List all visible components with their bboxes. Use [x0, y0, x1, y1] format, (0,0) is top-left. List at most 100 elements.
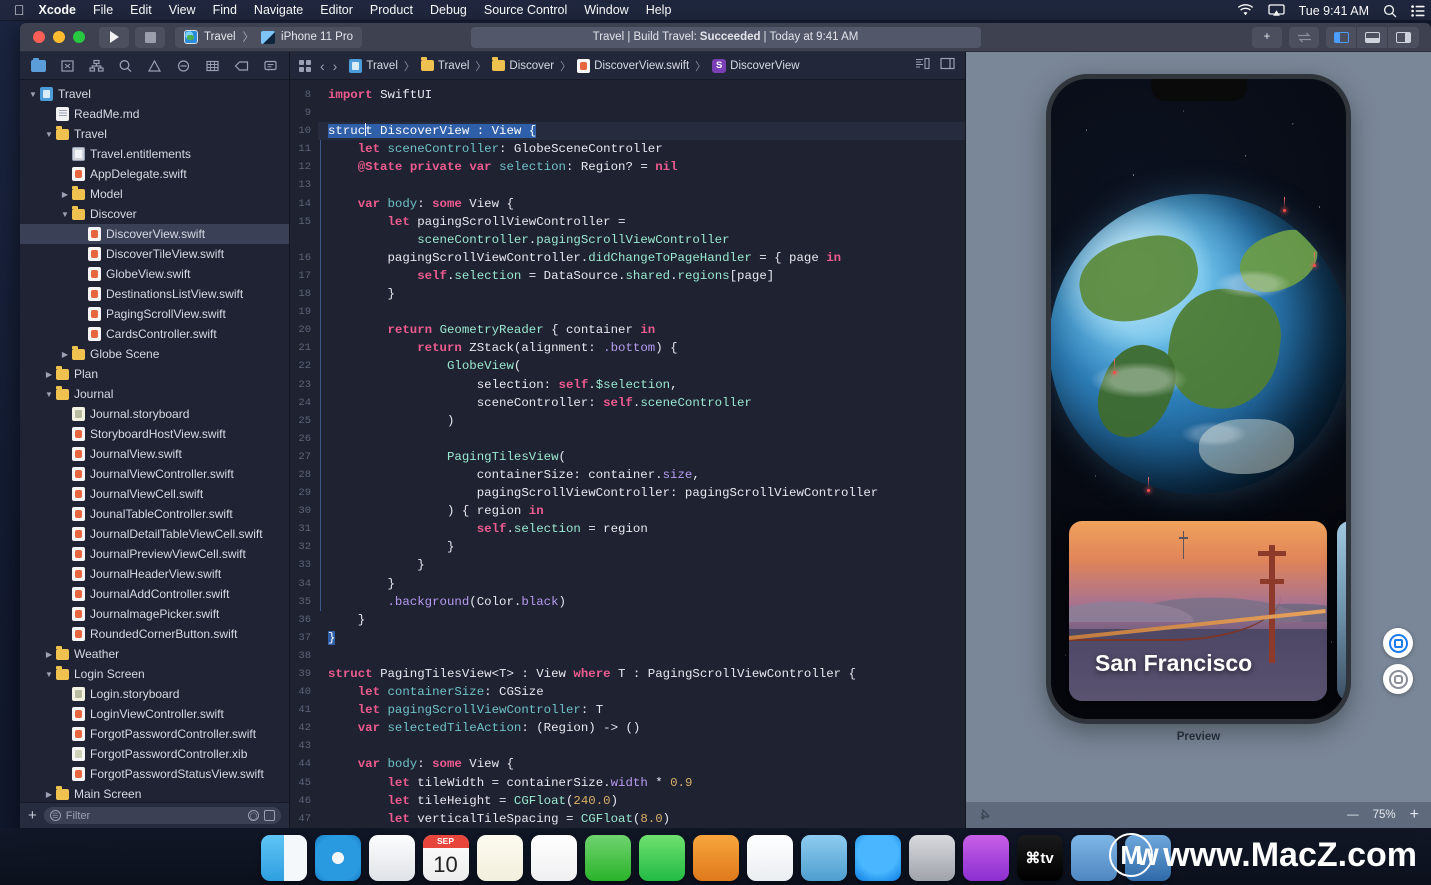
pin-icon[interactable]	[978, 807, 992, 824]
tree-row[interactable]: JournalHeaderView.swift	[20, 564, 289, 584]
project-file-tree[interactable]: ▼ Travel ReadMe.md ▼ Travel Travel.entitlemen…	[20, 80, 289, 802]
code-line[interactable]: }	[328, 285, 965, 303]
code-line[interactable]: sceneController: self.sceneController	[328, 394, 965, 412]
tree-row[interactable]: Journal.storyboard	[20, 404, 289, 424]
add-editor-button[interactable]: +	[1252, 26, 1282, 48]
code-line[interactable]: let pagingScrollViewController: T	[328, 701, 965, 719]
add-file-button[interactable]: +	[28, 808, 37, 823]
region-pin[interactable]	[1113, 359, 1116, 374]
code-line[interactable]: struct DiscoverView : View {	[318, 122, 965, 141]
dock-item-numbers[interactable]	[746, 835, 793, 881]
tree-row[interactable]: ▶ Weather	[20, 644, 289, 664]
stop-button[interactable]	[135, 26, 165, 48]
code-line[interactable]: var body: some View {	[328, 195, 965, 213]
search-icon[interactable]	[1383, 4, 1397, 18]
code-line[interactable]: }	[328, 538, 965, 556]
chevron-right-icon[interactable]: ▶	[44, 370, 54, 379]
dock-item-app-store[interactable]	[854, 835, 901, 881]
navigate-forward-button[interactable]: ›	[333, 58, 338, 74]
code-line[interactable]: ) { region in	[328, 502, 965, 520]
tree-row[interactable]: ▶ Model	[20, 184, 289, 204]
tree-row[interactable]: JournalView.swift	[20, 444, 289, 464]
device-preview[interactable]: San Francisco	[1046, 74, 1351, 724]
tree-row[interactable]: ▼ Journal	[20, 384, 289, 404]
dock-item-messages[interactable]	[584, 835, 631, 881]
chevron-down-icon[interactable]: ▼	[44, 130, 54, 139]
inspect-preview-button[interactable]	[1383, 664, 1413, 694]
code-line[interactable]: PagingTilesView(	[328, 448, 965, 466]
code-line[interactable]: let verticalTileSpacing = CGFloat(8.0)	[328, 810, 965, 828]
tree-row[interactable]: Login.storyboard	[20, 684, 289, 704]
breadcrumb-item[interactable]: S DiscoverView	[712, 58, 800, 73]
code-line[interactable]: }	[328, 629, 965, 647]
tree-row[interactable]: JournalDetailTableViewCell.swift	[20, 524, 289, 544]
code-line[interactable]: selection: self.$selection,	[328, 376, 965, 394]
symbol-navigator-tab[interactable]	[82, 55, 111, 77]
tree-row[interactable]: ▼ Login Screen	[20, 664, 289, 684]
control-center-icon[interactable]	[1411, 4, 1425, 17]
breadcrumb-item[interactable]: Discover	[492, 57, 554, 72]
dock-item-system-preferences[interactable]	[908, 835, 955, 881]
code-line[interactable]: return GeometryReader { container in	[328, 321, 965, 339]
code-line[interactable]: let sceneController: GlobeSceneControlle…	[328, 140, 965, 158]
chevron-right-icon[interactable]: ▶	[44, 650, 54, 659]
minimize-button[interactable]	[53, 31, 65, 43]
navigate-back-button[interactable]: ‹	[320, 58, 325, 74]
code-line[interactable]: .background(Color.black)	[328, 593, 965, 611]
menu-item-navigate[interactable]: Navigate	[254, 3, 303, 17]
globe-view[interactable]	[1051, 194, 1346, 494]
region-pin[interactable]	[1283, 197, 1286, 212]
code-line[interactable]	[328, 303, 965, 321]
tree-row[interactable]: ForgotPasswordController.swift	[20, 724, 289, 744]
tree-row[interactable]: JounalTableController.swift	[20, 504, 289, 524]
dock-item-podcasts[interactable]	[962, 835, 1009, 881]
code-line[interactable]: pagingScrollViewController.didChangeToPa…	[328, 249, 965, 267]
tree-row[interactable]: ▼ Travel	[20, 124, 289, 144]
tree-row[interactable]: ReadMe.md	[20, 104, 289, 124]
code-line[interactable]: var selectedTileAction: (Region) -> ()	[328, 719, 965, 737]
dock-item-keynote[interactable]	[800, 835, 847, 881]
menu-item-source-control[interactable]: Source Control	[484, 3, 567, 17]
code-line[interactable]: let pagingScrollViewController =	[328, 213, 965, 231]
breakpoint-navigator-tab[interactable]	[227, 55, 256, 77]
menu-bar-clock[interactable]: Tue 9:41 AM	[1299, 4, 1369, 18]
code-line[interactable]: let tileWidth = containerSize.width * 0.…	[328, 774, 965, 792]
dock-item-notes[interactable]	[476, 835, 523, 881]
maximize-button[interactable]	[73, 31, 85, 43]
code-text[interactable]: import SwiftUI struct DiscoverView : View…	[318, 80, 965, 828]
code-line[interactable]: var body: some View {	[328, 755, 965, 773]
chevron-down-icon[interactable]: ▼	[28, 90, 38, 99]
breadcrumb-item[interactable]: DiscoverView.swift	[577, 58, 689, 73]
split-editor-icon[interactable]	[940, 57, 955, 75]
tree-row[interactable]: JournalViewCell.swift	[20, 484, 289, 504]
tree-row[interactable]: ▶ Plan	[20, 364, 289, 384]
dock-item-reminders[interactable]	[530, 835, 577, 881]
code-line[interactable]: import SwiftUI	[328, 86, 965, 104]
menu-item-debug[interactable]: Debug	[430, 3, 467, 17]
paging-tiles-view[interactable]: San Francisco	[1051, 521, 1346, 701]
dock-item-facetime[interactable]	[638, 835, 685, 881]
dock-item-apple-tv[interactable]: ⌘tv	[1016, 835, 1063, 881]
code-line[interactable]	[328, 176, 965, 194]
tree-row[interactable]: JournalPreviewViewCell.swift	[20, 544, 289, 564]
menu-item-edit[interactable]: Edit	[130, 3, 152, 17]
chevron-right-icon[interactable]: ▶	[60, 190, 70, 199]
tree-row[interactable]: Travel.entitlements	[20, 144, 289, 164]
test-navigator-tab[interactable]	[169, 55, 198, 77]
code-line[interactable]: GlobeView(	[328, 357, 965, 375]
preview-canvas[interactable]: San Francisco Preview	[966, 52, 1431, 802]
swap-editors-button[interactable]	[1289, 26, 1319, 48]
toggle-navigator-button[interactable]	[1326, 26, 1357, 48]
wifi-icon[interactable]	[1237, 4, 1254, 17]
breadcrumb-item[interactable]: Travel	[420, 57, 469, 72]
debug-navigator-tab[interactable]	[198, 55, 227, 77]
tree-row[interactable]: PagingScrollView.swift	[20, 304, 289, 324]
menu-item-product[interactable]: Product	[370, 3, 413, 17]
code-line[interactable]: let containerSize: CGSize	[328, 683, 965, 701]
related-items-icon[interactable]	[298, 59, 312, 73]
menu-item-find[interactable]: Find	[213, 3, 237, 17]
toggle-debug-area-button[interactable]	[1357, 26, 1388, 48]
scheme-selector[interactable]: Travel 〉 iPhone 11 Pro	[175, 26, 363, 48]
dock-item-safari[interactable]	[314, 835, 361, 881]
menu-item-file[interactable]: File	[93, 3, 113, 17]
